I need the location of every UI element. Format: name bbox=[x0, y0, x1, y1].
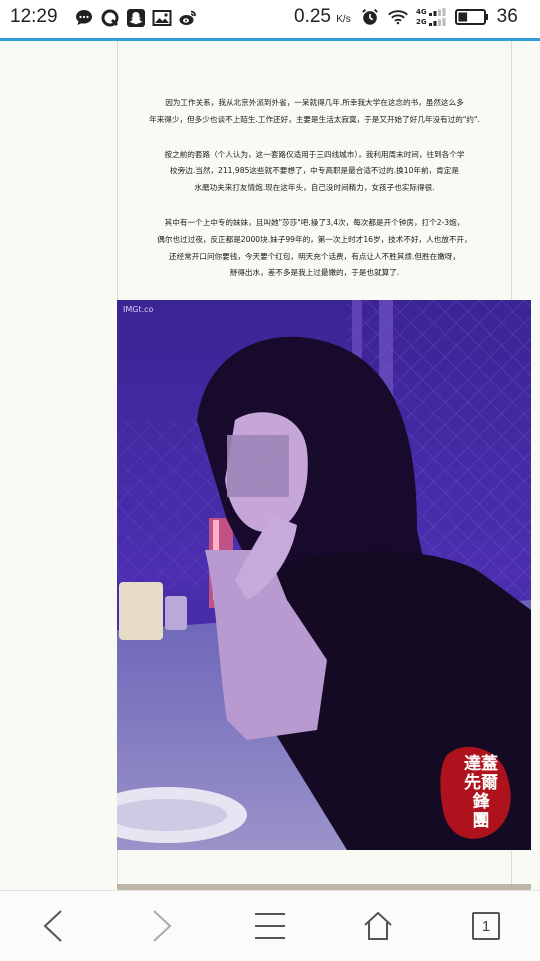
signal-2g-icon: 2G bbox=[416, 18, 447, 26]
notification-icons bbox=[74, 8, 198, 28]
network-speed: 0.25 K/s bbox=[294, 6, 351, 28]
article-body: 因为工作关系，我从北京外派到外省，一呆就得几年.所幸我大学在这念的书，虽然这么多… bbox=[118, 95, 511, 300]
tabs-button[interactable]: 1 bbox=[451, 891, 521, 961]
text-line: 按之前的套路（个人认为，这一套路仅适用于三四线城市），我利用周末时间，往到各个学 bbox=[164, 149, 465, 159]
forward-button[interactable] bbox=[127, 891, 197, 961]
signal-indicators: 4G 2G bbox=[416, 8, 447, 26]
snapchat-ghost-icon bbox=[126, 8, 146, 28]
back-button[interactable] bbox=[18, 891, 88, 961]
text-line: 年来得少，但多少也谈不上陌生.工作还好，主要是生活太寂寞，于是又开始了好几年没有… bbox=[149, 114, 480, 124]
seal-stamp: 達蓋 先爾 鋒 團 bbox=[451, 755, 511, 835]
wifi-icon bbox=[388, 7, 408, 27]
text-line: 其中有一个上中专的妹妹，且叫她"莎莎"吧.操了3,4次，每次都是开个钟房，打个2… bbox=[164, 217, 465, 227]
article-paragraph: 因为工作关系，我从北京外派到外省，一呆就得几年.所幸我大学在这念的书，虽然这么多… bbox=[118, 95, 511, 129]
seal-line: 鋒 bbox=[472, 792, 490, 812]
signal-2g-label: 2G bbox=[416, 18, 427, 26]
article-paragraph: 按之前的套路（个人认为，这一套路仅适用于三四线城市），我利用周末时间，往到各个学… bbox=[118, 147, 511, 197]
text-line: 掰得出水，差不多是我上过最嫩的，于是也就算了. bbox=[229, 268, 400, 278]
signal-4g-icon: 4G bbox=[416, 8, 447, 16]
status-time: 12:29 bbox=[10, 6, 58, 27]
browser-toolbar: 1 bbox=[0, 890, 540, 961]
message-icon bbox=[74, 8, 94, 28]
home-button[interactable] bbox=[343, 891, 413, 961]
q-app-icon bbox=[100, 8, 120, 28]
article-photo[interactable]: IMGt.co 達蓋 先爾 鋒 團 bbox=[117, 300, 531, 850]
article-paragraph: 其中有一个上中专的妹妹，且叫她"莎莎"吧.操了3,4次，每次都是开个钟房，打个2… bbox=[118, 215, 511, 282]
text-line: 校旁边.当然，211,985这些就不要想了，中专高职是最合适不过的.换10年前，… bbox=[170, 166, 459, 176]
seal-line: 達蓋 bbox=[464, 754, 498, 774]
chevron-right-icon bbox=[153, 910, 172, 942]
home-icon bbox=[364, 911, 392, 940]
text-line: 偶尔也过过夜，反正都是2000块.妹子99年的，第一次上时才16岁，技术不好，人… bbox=[157, 234, 472, 244]
text-line: 水磨功夫来打友情炮.现在这年头，自己没时间精力，女孩子也实际得很. bbox=[194, 183, 435, 193]
hamburger-menu-icon bbox=[255, 913, 285, 939]
tabs-count-box: 1 bbox=[472, 912, 500, 940]
status-right-icons: 4G 2G 36 bbox=[360, 6, 518, 28]
network-speed-value: 0.25 bbox=[294, 6, 331, 27]
signal-4g-label: 4G bbox=[416, 8, 427, 16]
text-line: 因为工作关系，我从北京外派到外省，一呆就得几年.所幸我大学在这念的书，虽然这么多 bbox=[165, 98, 464, 107]
network-speed-unit: K/s bbox=[336, 14, 351, 25]
weibo-icon bbox=[178, 8, 198, 28]
menu-button[interactable] bbox=[235, 891, 305, 961]
battery-percent: 36 bbox=[496, 6, 518, 27]
photo-watermark: IMGt.co bbox=[123, 305, 154, 314]
seal-line: 先爾 bbox=[464, 773, 498, 793]
tabs-count: 1 bbox=[481, 917, 491, 935]
chevron-left-icon bbox=[43, 910, 62, 942]
seal-line: 團 bbox=[472, 811, 490, 831]
alarm-icon bbox=[360, 7, 380, 27]
image-icon bbox=[152, 8, 172, 28]
battery-icon bbox=[454, 7, 489, 27]
status-bar: 12:29 0.25 K/s 4G 2G 36 bbox=[0, 0, 540, 38]
text-line: 还经常开口问你要钱，今天要个红包，明天充个话费，有点让人不胜其烦.但胜在嫩呀， bbox=[169, 251, 460, 261]
